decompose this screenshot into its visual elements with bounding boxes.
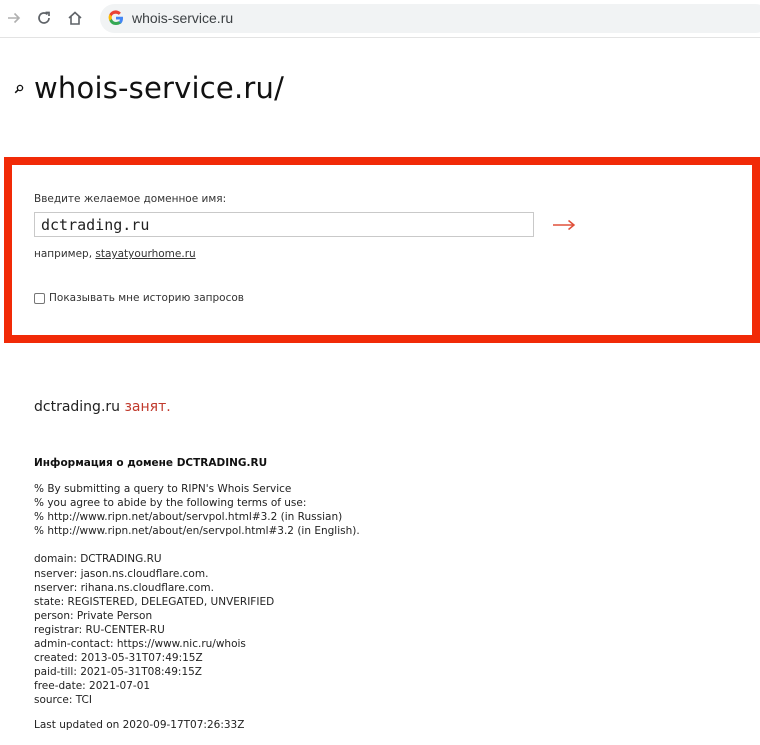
domain-prompt-label: Введите желаемое доменное имя:	[34, 193, 227, 205]
result-domain: dctrading.ru	[34, 399, 121, 415]
magnifier-icon	[14, 84, 24, 94]
whois-line: state: REGISTERED, DELEGATED, UNVERIFIED	[34, 595, 275, 608]
address-bar[interactable]: whois-service.ru	[100, 4, 760, 33]
browser-toolbar: whois-service.ru	[0, 0, 760, 38]
whois-line: person: Private Person	[34, 609, 153, 622]
history-option[interactable]: Показывать мне историю запросов	[34, 292, 244, 304]
last-updated: Last updated on 2020-09-17T07:26:33Z	[34, 719, 245, 731]
home-icon	[68, 11, 82, 25]
whois-line: % By submitting a query to RIPN's Whois …	[34, 483, 292, 495]
arrow-right-icon	[553, 219, 576, 231]
whois-line: admin-contact: https://www.nic.ru/whois	[34, 638, 246, 651]
whois-line: % http://www.ripn.net/about/en/servpol.h…	[34, 525, 360, 538]
example-hint: например, stayatyourhome.ru	[34, 248, 196, 260]
result-status-suffix: .	[166, 399, 171, 415]
whois-line: domain: DCTRADING.RU	[34, 553, 162, 566]
whois-line: free-date: 2021-07-01	[34, 680, 151, 693]
example-link[interactable]: stayatyourhome.ru	[95, 248, 195, 260]
availability-result: dctrading.ru занят.	[34, 399, 171, 415]
whois-line: nserver: rihana.ns.cloudflare.com.	[34, 581, 214, 594]
whois-line: registrar: RU-CENTER-RU	[34, 623, 165, 636]
submit-button[interactable]	[551, 212, 577, 238]
google-icon	[108, 10, 123, 26]
reload-icon	[38, 11, 50, 24]
domain-info-heading: Информация о домене DCTRADING.RU	[34, 457, 268, 469]
whois-line: source: TCI	[34, 694, 92, 707]
history-checkbox[interactable]	[34, 292, 45, 304]
whois-line: paid-till: 2021-05-31T08:49:15Z	[34, 666, 202, 679]
reload-button[interactable]	[32, 6, 56, 30]
whois-record: % By submitting a query to RIPN's Whois …	[34, 482, 360, 708]
home-button[interactable]	[63, 6, 87, 30]
domain-input[interactable]: dctrading.ru	[34, 212, 534, 237]
arrow-right-icon	[8, 12, 21, 24]
example-prefix: например,	[34, 248, 93, 260]
url-text: whois-service.ru	[132, 10, 234, 26]
whois-line: created: 2013-05-31T07:49:15Z	[34, 652, 203, 665]
result-status: занят	[124, 399, 167, 415]
whois-line: % http://www.ripn.net/about/servpol.html…	[34, 511, 343, 524]
whois-line: % you agree to abide by the following te…	[34, 497, 307, 510]
forward-button[interactable]	[2, 6, 26, 30]
history-label: Показывать мне историю запросов	[49, 292, 244, 304]
whois-line: nserver: jason.ns.cloudflare.com.	[34, 567, 209, 580]
whois-line	[34, 538, 360, 552]
page-title[interactable]: whois-service.ru/	[34, 71, 284, 105]
